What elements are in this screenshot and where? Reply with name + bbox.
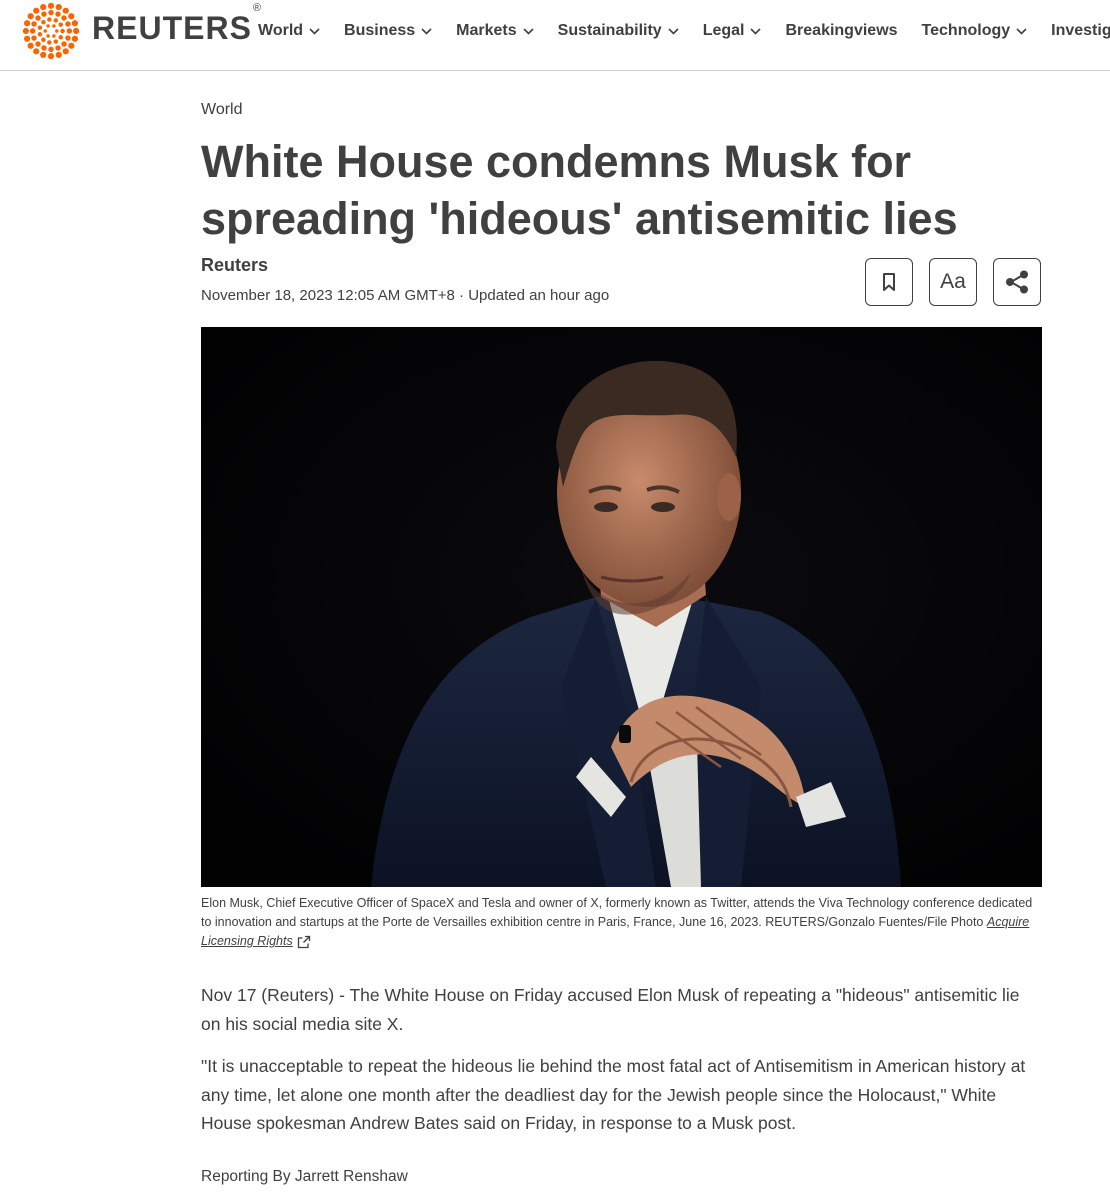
nav-item-sustainability[interactable]: Sustainability	[558, 22, 679, 40]
dateline: November 18, 2023 12:05 AM GMT+8 · Updat…	[201, 287, 610, 304]
article-paragraph: Nov 17 (Reuters) - The White House on Fr…	[201, 985, 1020, 1034]
chevron-down-icon	[309, 27, 320, 35]
main-nav: World Business Markets Sustainability Le…	[258, 22, 1110, 40]
byline[interactable]: Reuters	[201, 255, 268, 276]
nav-label: Legal	[702, 22, 745, 39]
chevron-down-icon	[523, 27, 534, 35]
nav-item-markets[interactable]: Markets	[456, 22, 534, 40]
nav-item-business[interactable]: Business	[344, 22, 432, 40]
caption-text: Elon Musk, Chief Executive Officer of Sp…	[201, 896, 1033, 929]
external-link-icon[interactable]	[297, 935, 311, 949]
bookmark-button[interactable]	[865, 258, 913, 306]
nav-label: Sustainability	[557, 22, 662, 39]
portrait-illustration	[201, 327, 1042, 887]
nav-label: Technology	[921, 22, 1011, 39]
nav-item-investigations[interactable]: Investigations	[1051, 22, 1110, 40]
share-icon	[1006, 270, 1028, 294]
site-header: REUTERS® World Business Markets Sustaina…	[0, 0, 1110, 71]
chevron-down-icon	[750, 27, 762, 35]
photo-caption: Elon Musk, Chief Executive Officer of Sp…	[201, 894, 1041, 951]
share-button[interactable]	[993, 258, 1041, 306]
chevron-down-icon	[668, 27, 679, 35]
nav-label: World	[258, 22, 304, 39]
font-size-button[interactable]: Aa	[929, 258, 977, 306]
registered-mark: ®	[252, 2, 263, 15]
article-headline: White House condemns Musk for spreading …	[201, 136, 958, 244]
nav-label: Markets	[456, 22, 517, 39]
nav-label: Business	[344, 22, 416, 39]
nav-item-legal[interactable]: Legal	[703, 22, 762, 40]
nav-item-breakingviews[interactable]: Breakingviews	[785, 22, 897, 40]
nav-label: Breakingviews	[785, 22, 898, 39]
bookmark-icon	[883, 273, 895, 291]
nav-item-world[interactable]: World	[258, 22, 320, 40]
brand-name: REUTERS	[92, 10, 252, 46]
font-size-label: Aa	[940, 270, 966, 293]
chevron-down-icon	[421, 27, 432, 35]
reuters-logo-icon[interactable]	[22, 2, 80, 60]
nav-label: Investigations	[1051, 22, 1110, 39]
section-link[interactable]: World	[201, 101, 243, 119]
reuters-wordmark[interactable]: REUTERS®	[92, 2, 262, 47]
chevron-down-icon	[1016, 27, 1027, 35]
article-paragraph: "It is unacceptable to repeat the hideou…	[201, 1056, 1026, 1133]
reporting-credit: Reporting By Jarrett Renshaw	[201, 1168, 408, 1185]
nav-item-technology[interactable]: Technology	[922, 22, 1028, 40]
article-photo[interactable]	[201, 327, 1042, 887]
